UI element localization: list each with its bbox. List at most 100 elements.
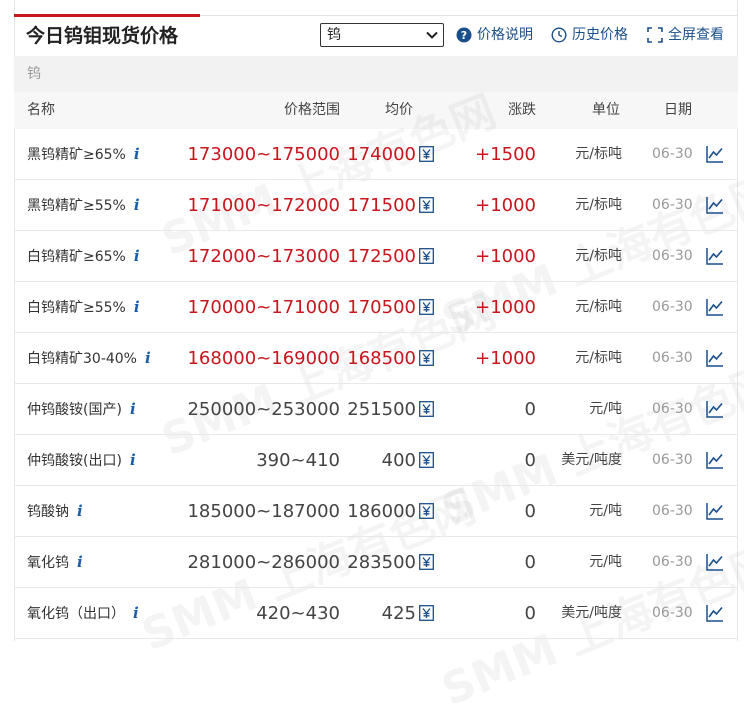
average-price: 186000	[347, 501, 416, 522]
product-name[interactable]: 黑钨精矿≥55% i	[27, 180, 140, 232]
product-name[interactable]: 白钨精矿≥55% i	[27, 282, 140, 334]
yen-currency-icon[interactable]	[419, 401, 434, 417]
price-note-label: 价格说明	[477, 27, 533, 43]
price-date: 06-30	[652, 299, 693, 315]
clock-icon	[551, 27, 567, 43]
yen-currency-icon[interactable]	[419, 503, 434, 519]
yen-currency-icon[interactable]	[419, 605, 434, 621]
yen-currency-icon[interactable]	[419, 248, 434, 264]
column-header-range: 价格范围	[284, 102, 340, 118]
info-icon[interactable]: i	[145, 333, 151, 384]
product-name-text: 仲钨酸铵(国产)	[27, 402, 122, 418]
product-name-text: 黑钨精矿≥55%	[27, 198, 126, 214]
info-icon[interactable]: i	[77, 537, 83, 588]
price-unit: 元/标吨	[575, 350, 622, 366]
product-name[interactable]: 钨酸钠 i	[27, 486, 83, 538]
yen-currency-icon[interactable]	[419, 146, 434, 162]
table-row: 钨酸钠 i 185000~187000 186000 0 元/吨 06-30	[14, 486, 738, 537]
price-date: 06-30	[652, 452, 693, 468]
price-range: 173000~175000	[187, 144, 340, 165]
info-icon[interactable]: i	[130, 384, 136, 435]
table-row: 黑钨精矿≥65% i 173000~175000 174000 +1500 元/标…	[14, 129, 738, 180]
table-row: 黑钨精矿≥55% i 171000~172000 171500 +1000 元/标…	[14, 180, 738, 231]
price-change: +1000	[475, 246, 536, 267]
price-change: +1000	[475, 297, 536, 318]
price-range: 171000~172000	[187, 195, 340, 216]
price-date: 06-30	[652, 146, 693, 162]
metal-select-value: 钨	[327, 27, 341, 43]
price-unit: 元/标吨	[575, 248, 622, 264]
trend-chart-icon[interactable]	[706, 298, 724, 316]
product-name[interactable]: 仲钨酸铵(国产) i	[27, 384, 136, 436]
product-name[interactable]: 白钨精矿≥65% i	[27, 231, 140, 283]
price-change: 0	[524, 603, 536, 624]
yen-currency-icon[interactable]	[419, 350, 434, 366]
trend-chart-icon[interactable]	[706, 349, 724, 367]
trend-chart-icon[interactable]	[706, 604, 724, 622]
price-change: +1000	[475, 195, 536, 216]
svg-text:?: ?	[461, 29, 467, 42]
yen-currency-icon[interactable]	[419, 452, 434, 468]
product-name-text: 氧化钨	[27, 555, 69, 571]
price-note-link[interactable]: ? 价格说明	[456, 26, 533, 44]
price-change: +1500	[475, 144, 536, 165]
trend-chart-icon[interactable]	[706, 553, 724, 571]
price-range: 170000~171000	[187, 297, 340, 318]
info-icon[interactable]: i	[130, 435, 136, 486]
help-circle-icon: ?	[456, 27, 472, 43]
info-icon[interactable]: i	[134, 282, 140, 333]
trend-chart-icon[interactable]	[706, 451, 724, 469]
table-row: 白钨精矿30-40% i 168000~169000 168500 +1000 元…	[14, 333, 738, 384]
history-price-link[interactable]: 历史价格	[551, 26, 628, 44]
price-date: 06-30	[652, 248, 693, 264]
trend-chart-icon[interactable]	[706, 145, 724, 163]
info-icon[interactable]: i	[134, 129, 140, 180]
price-change: 0	[524, 552, 536, 573]
product-name[interactable]: 氧化钨（出口） i	[27, 588, 139, 640]
product-name-text: 白钨精矿30-40%	[27, 351, 137, 367]
table-row: 氧化钨（出口） i 420~430 425 0 美元/吨度 06-30	[14, 588, 738, 639]
info-icon[interactable]: i	[133, 588, 139, 639]
chevron-down-icon	[426, 31, 438, 39]
price-unit: 元/标吨	[575, 299, 622, 315]
fullscreen-label: 全屏查看	[668, 27, 724, 43]
price-date: 06-30	[652, 503, 693, 519]
product-name[interactable]: 仲钨酸铵(出口) i	[27, 435, 136, 487]
trend-chart-icon[interactable]	[706, 502, 724, 520]
info-icon[interactable]: i	[77, 486, 83, 537]
yen-currency-icon[interactable]	[419, 197, 434, 213]
average-price: 168500	[347, 348, 416, 369]
price-change: 0	[524, 450, 536, 471]
metal-select[interactable]: 钨	[320, 23, 444, 47]
product-name-text: 仲钨酸铵(出口)	[27, 453, 122, 469]
column-header-name: 名称	[27, 102, 55, 118]
info-icon[interactable]: i	[134, 231, 140, 282]
category-bar: 钨	[14, 56, 738, 92]
fullscreen-link[interactable]: 全屏查看	[647, 26, 724, 44]
price-range: 390~410	[256, 450, 340, 471]
price-range: 420~430	[256, 603, 340, 624]
table-header: 名称 价格范围 均价 涨跌 单位 日期	[14, 92, 738, 129]
price-change: 0	[524, 399, 536, 420]
trend-chart-icon[interactable]	[706, 247, 724, 265]
title-divider	[200, 15, 738, 16]
price-change: 0	[524, 501, 536, 522]
table-row: 白钨精矿≥55% i 170000~171000 170500 +1000 元/标…	[14, 282, 738, 333]
yen-currency-icon[interactable]	[419, 554, 434, 570]
product-name-text: 黑钨精矿≥65%	[27, 147, 126, 163]
price-range: 250000~253000	[187, 399, 340, 420]
trend-chart-icon[interactable]	[706, 400, 724, 418]
price-range: 172000~173000	[187, 246, 340, 267]
price-unit: 元/标吨	[575, 146, 622, 162]
fullscreen-icon	[647, 27, 663, 43]
product-name[interactable]: 氧化钨 i	[27, 537, 83, 589]
info-icon[interactable]: i	[134, 180, 140, 231]
trend-chart-icon[interactable]	[706, 196, 724, 214]
product-name[interactable]: 白钨精矿30-40% i	[27, 333, 151, 385]
category-label: 钨	[27, 66, 41, 82]
yen-currency-icon[interactable]	[419, 299, 434, 315]
price-range: 185000~187000	[187, 501, 340, 522]
product-name[interactable]: 黑钨精矿≥65% i	[27, 129, 140, 181]
table-row: 氧化钨 i 281000~286000 283500 0 元/吨 06-30	[14, 537, 738, 588]
price-date: 06-30	[652, 350, 693, 366]
